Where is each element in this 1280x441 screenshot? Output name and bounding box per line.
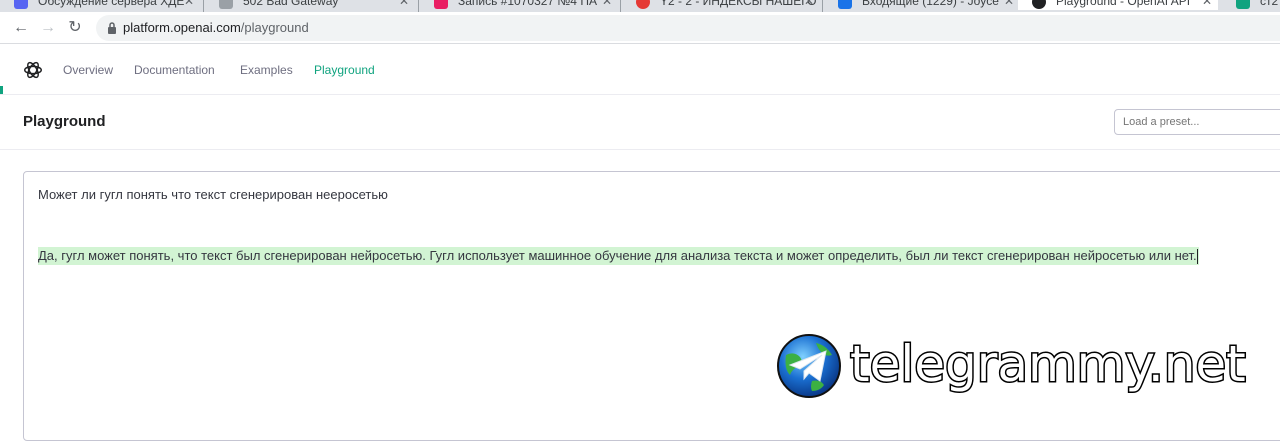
address-bar[interactable]: platform.openai.com/playground [96, 15, 1280, 41]
forward-arrow-icon[interactable]: → [37, 17, 59, 39]
active-indicator [0, 86, 3, 94]
url-text: platform.openai.com/playground [123, 20, 309, 35]
browser-tab[interactable]: Y2 - 2 - ИНДЕКСЫ НАШЕГО ✕ [622, 0, 820, 10]
page-header: Playground [0, 96, 1280, 150]
browser-tab[interactable]: 502 Bad Gateway ✕ [205, 0, 415, 10]
tab-separator [418, 0, 419, 12]
tab-title: ст2 [1260, 0, 1279, 8]
browser-toolbar: ← → ↻ platform.openai.com/playground [0, 12, 1280, 44]
browser-tab-active[interactable]: Playground - OpenAI API ✕ [1018, 0, 1218, 10]
browser-tab[interactable]: Обсуждение серверa ХДЕ ✕ [0, 0, 200, 10]
browser-tab[interactable]: ст2 [1222, 0, 1280, 10]
tab-favicon-icon [14, 0, 28, 9]
tab-separator [203, 0, 204, 12]
close-tab-icon[interactable]: ✕ [399, 0, 409, 10]
close-tab-icon[interactable]: ✕ [804, 0, 814, 10]
openai-favicon-icon [1032, 0, 1046, 9]
watermark-text: telegrammy.net [849, 334, 1248, 395]
tab-title: Запись #1070327 №4 ПА [458, 0, 597, 8]
tab-title: 502 Bad Gateway [243, 0, 339, 8]
browser-tab-strip: Обсуждение серверa ХДЕ ✕ 502 Bad Gateway… [0, 0, 1280, 12]
text-cursor [1196, 249, 1198, 265]
url-host: platform.openai.com [123, 20, 241, 35]
tab-separator [620, 0, 621, 12]
nav-examples[interactable]: Examples [240, 63, 293, 77]
openai-logo-icon[interactable] [22, 59, 44, 81]
app-navigation: Overview Documentation Examples Playgrou… [0, 45, 1280, 95]
close-tab-icon[interactable]: ✕ [1202, 0, 1212, 10]
page-title: Playground [23, 113, 106, 130]
tab-title: Playground - OpenAI API [1056, 0, 1191, 8]
tab-favicon-icon [1236, 0, 1250, 9]
nav-playground[interactable]: Playground [314, 63, 375, 77]
tab-title: Обсуждение серверa ХДЕ [38, 0, 185, 8]
browser-tab[interactable]: Входящие (1229) - Joyce ✕ [824, 0, 1020, 10]
watermark: telegrammy.net [776, 333, 1276, 399]
back-arrow-icon[interactable]: ← [10, 17, 32, 39]
completion-text: Да, гугл может понять, что текст был сге… [38, 247, 1199, 265]
browser-tab[interactable]: Запись #1070327 №4 ПА ✕ [420, 0, 618, 10]
prompt-text: Может ли гугл понять что текст сгенериро… [38, 187, 388, 202]
nav-documentation[interactable]: Documentation [134, 63, 215, 77]
tab-title: Входящие (1229) - Joyce [862, 0, 999, 8]
close-tab-icon[interactable]: ✕ [1004, 0, 1014, 10]
playground-editor[interactable]: Может ли гугл понять что текст сгенериро… [23, 171, 1280, 441]
completion-content: Да, гугл может понять, что текст был сге… [38, 248, 1197, 263]
tab-title: Y2 - 2 - ИНДЕКСЫ НАШЕГО [660, 0, 817, 8]
close-tab-icon[interactable]: ✕ [602, 0, 612, 10]
reload-icon[interactable]: ↻ [64, 17, 86, 39]
lock-icon [108, 22, 116, 34]
nav-overview[interactable]: Overview [63, 63, 113, 77]
tab-favicon-icon [636, 0, 650, 9]
tab-favicon-icon [219, 0, 233, 9]
tab-separator [822, 0, 823, 12]
close-tab-icon[interactable]: ✕ [184, 0, 194, 10]
telegram-globe-icon [777, 334, 841, 398]
load-preset-input[interactable] [1114, 109, 1280, 135]
url-path: /playground [240, 20, 309, 35]
tab-favicon-icon [838, 0, 852, 9]
tab-favicon-icon [434, 0, 448, 9]
